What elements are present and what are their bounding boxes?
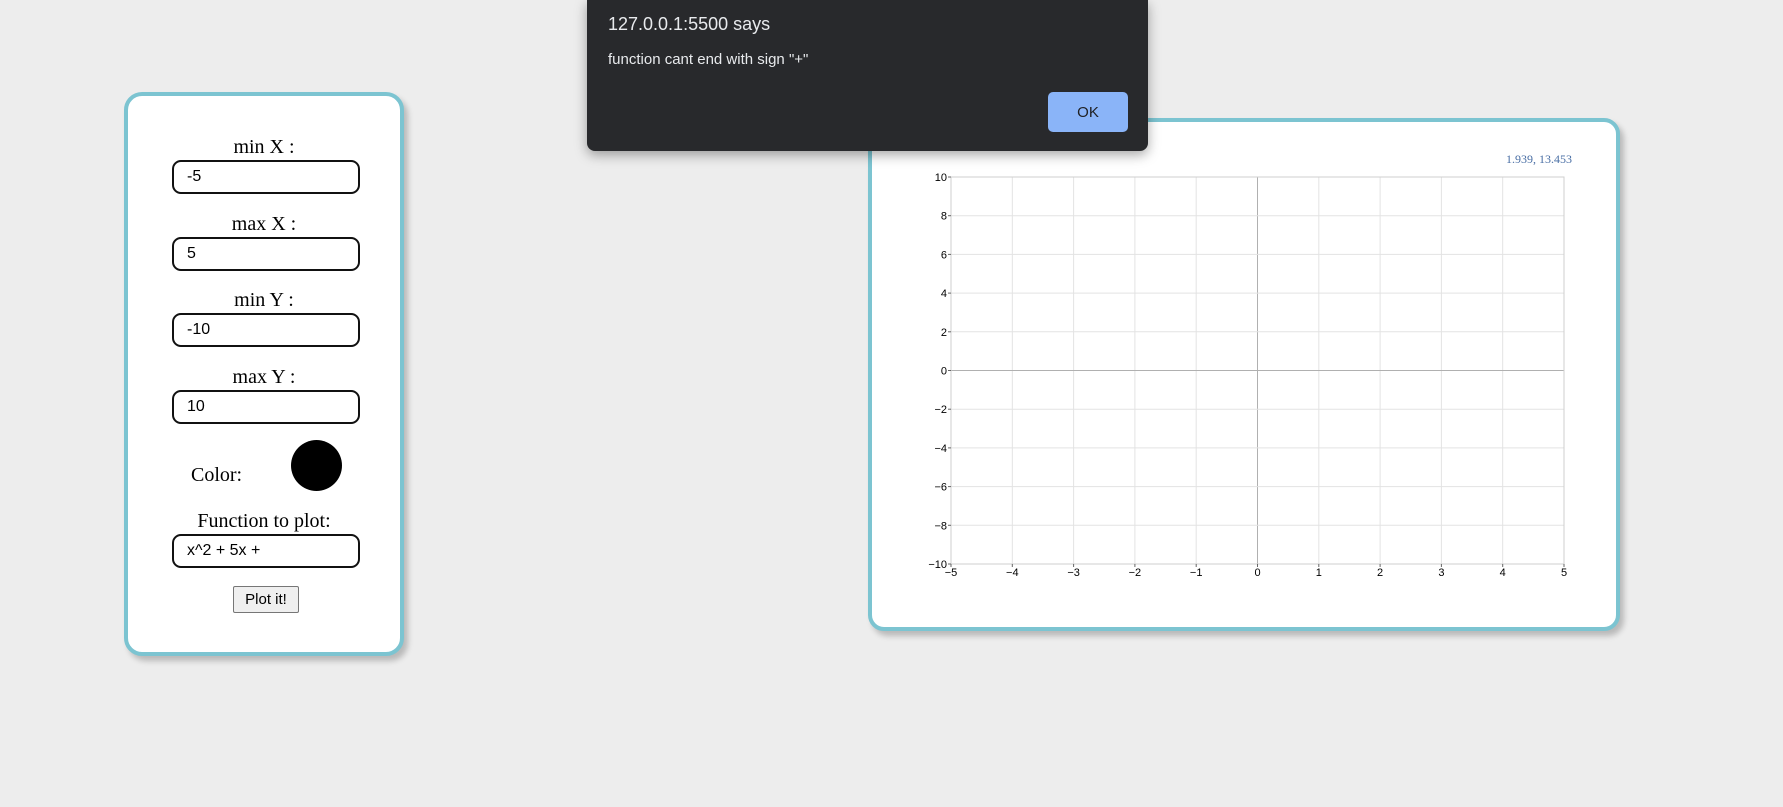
- max-y-input[interactable]: [172, 390, 360, 424]
- function-label: Function to plot:: [197, 510, 331, 532]
- x-tick-label: −1: [1190, 567, 1203, 579]
- max-x-input[interactable]: [172, 237, 360, 271]
- y-tick-label: −2: [934, 404, 947, 416]
- y-tick-label: 0: [941, 366, 947, 378]
- min-x-input[interactable]: [172, 160, 360, 194]
- y-tick-label: −10: [928, 559, 947, 571]
- function-input[interactable]: [172, 534, 360, 568]
- y-tick-label: 2: [941, 327, 947, 339]
- min-y-input[interactable]: [172, 313, 360, 347]
- x-tick-label: 0: [1254, 567, 1260, 579]
- y-tick-label: −6: [934, 482, 947, 494]
- x-tick-label: −2: [1129, 567, 1142, 579]
- app-root: min X : max X : min Y : max Y : Color: F…: [0, 0, 1783, 807]
- y-tick-label: −4: [934, 443, 947, 455]
- x-tick-label: −4: [1006, 567, 1019, 579]
- plot-button[interactable]: Plot it!: [233, 586, 299, 613]
- plot-grid: [950, 176, 1565, 565]
- control-panel: min X : max X : min Y : max Y : Color: F…: [124, 92, 404, 656]
- plot-tick-labels: −5 −4 −3 −2 −1 0 1 2 3 4 51086420−2−4−6−8−10: [928, 172, 1567, 579]
- color-picker[interactable]: [291, 440, 342, 491]
- max-x-label: max X :: [231, 213, 297, 235]
- x-tick-label: 1: [1316, 567, 1322, 579]
- plot-chart[interactable]: −5 −4 −3 −2 −1 0 1 2 3 4 51086420−2−4−6−8−10: [872, 122, 1616, 627]
- min-x-label: min X :: [233, 136, 295, 158]
- y-tick-label: 6: [941, 249, 947, 261]
- max-y-label: max Y :: [232, 366, 296, 388]
- x-tick-label: 3: [1438, 567, 1444, 579]
- x-tick-label: 2: [1377, 567, 1383, 579]
- y-tick-label: −8: [934, 520, 947, 532]
- min-y-label: min Y :: [234, 289, 294, 311]
- y-tick-label: 4: [941, 288, 947, 300]
- plot-axes: [948, 176, 1565, 567]
- alert-title: 127.0.0.1:5500 says: [608, 14, 771, 34]
- alert-dialog: 127.0.0.1:5500 says function cant end wi…: [587, 0, 1148, 151]
- alert-message: function cant end with sign "+": [608, 51, 809, 68]
- alert-ok-button[interactable]: OK: [1048, 92, 1128, 132]
- x-tick-label: −3: [1067, 567, 1080, 579]
- x-tick-label: 4: [1500, 567, 1506, 579]
- y-tick-label: 10: [935, 172, 947, 184]
- color-label: Color:: [191, 464, 243, 486]
- y-tick-label: 8: [941, 211, 947, 223]
- plot-card: 1.939, 13.453 −5 −4 −3 −2 −1 0 1 2 3 4 5 10 8 6 4 2 0 −2−…: [868, 118, 1620, 631]
- x-tick-label: 5: [1561, 567, 1567, 579]
